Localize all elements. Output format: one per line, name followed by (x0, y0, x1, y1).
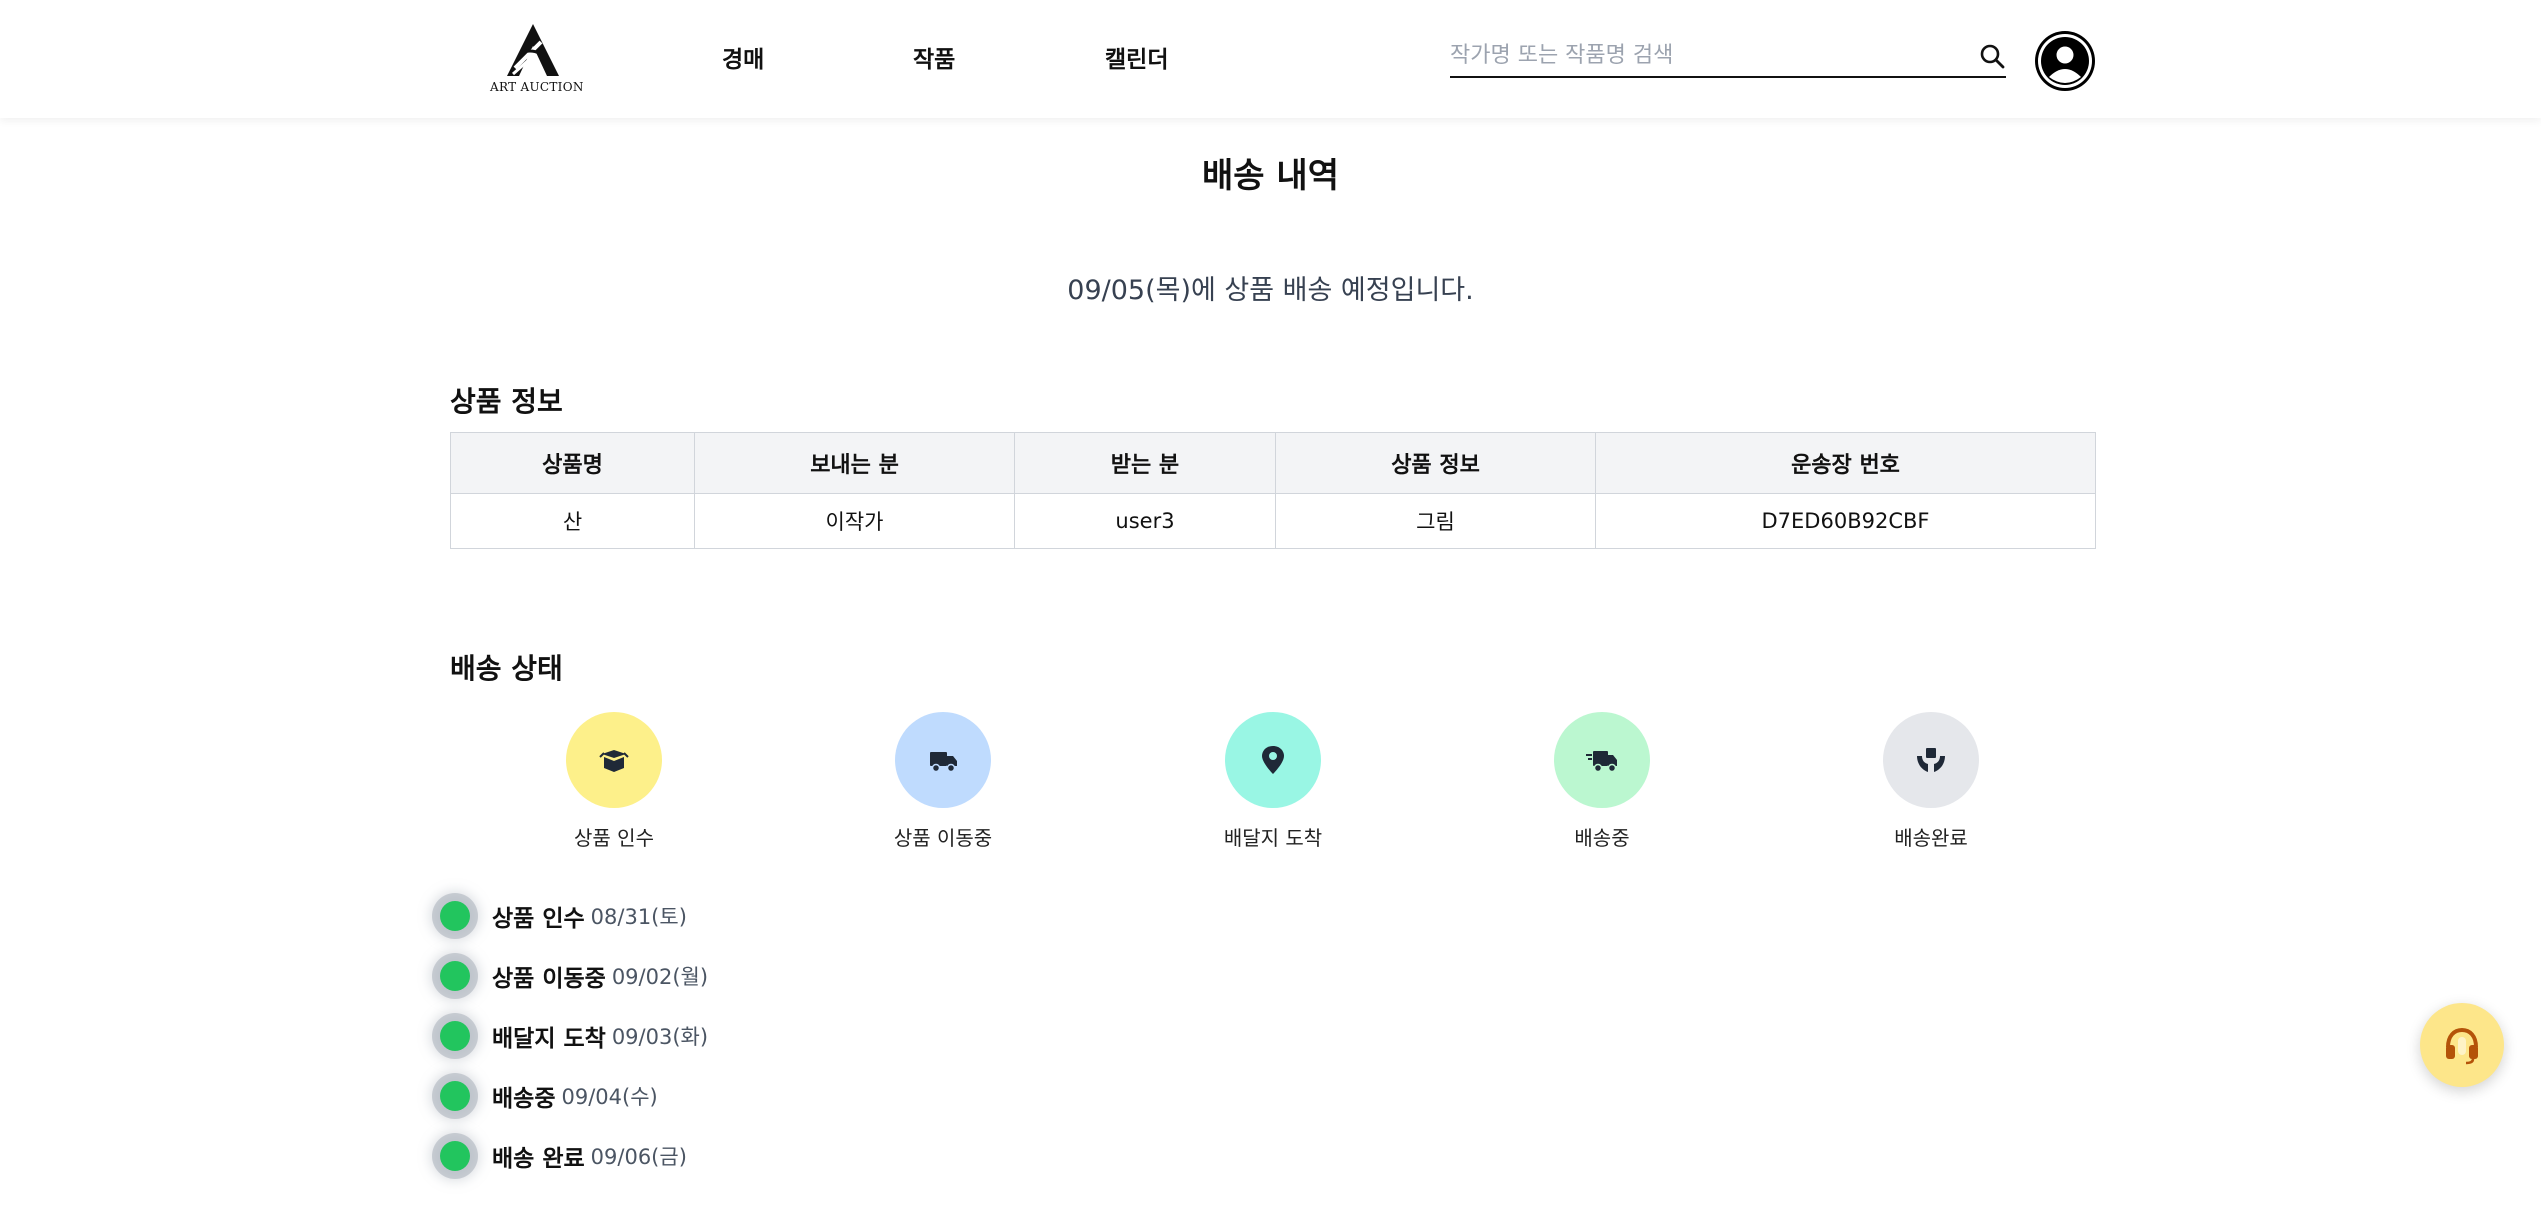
timeline-label: 상품 이동중 (492, 966, 606, 992)
status-dot (440, 961, 470, 991)
status-step-label: 상품 인수 (574, 826, 654, 850)
status-step-label: 배달지 도착 (1223, 826, 1323, 850)
nav-artworks[interactable]: 작품 (913, 40, 955, 74)
truck-fast-icon (1554, 712, 1650, 808)
status-step-received: 상품 인수 (524, 712, 704, 851)
status-dot (440, 1141, 470, 1171)
search-input[interactable] (1450, 38, 1950, 72)
timeline-date: 09/03(화) (611, 1025, 709, 1049)
status-dot (440, 1081, 470, 1111)
hand-holding-box-icon (1883, 712, 1979, 808)
nav-calendar[interactable]: 캘린더 (1105, 40, 1168, 74)
timeline-item: 배송중 09/04(수) (438, 1076, 658, 1116)
table-cell: 산 (450, 493, 695, 549)
table-header-row: 상품명 보내는 분 받는 분 상품 정보 운송장 번호 (450, 432, 2096, 494)
timeline-label: 배송 완료 (492, 1146, 585, 1172)
timeline-date: 09/04(수) (561, 1085, 658, 1109)
column-header: 운송장 번호 (1595, 432, 2096, 494)
status-step-moving: 상품 이동중 (853, 712, 1033, 851)
status-step-delivering: 배송중 (1512, 712, 1692, 851)
timeline-label: 배송중 (492, 1086, 556, 1112)
product-info-title: 상품 정보 (450, 385, 563, 418)
status-step-label: 상품 이동중 (893, 826, 993, 850)
header: ART AUCTION 경매 작품 캘린더 (0, 0, 2541, 118)
user-avatar-icon[interactable] (2035, 31, 2095, 91)
delivery-status-title: 배송 상태 (450, 652, 563, 685)
table-cell: user3 (1014, 493, 1276, 549)
nav-auction[interactable]: 경매 (722, 40, 764, 74)
timeline-item: 상품 인수 08/31(토) (438, 896, 687, 936)
table-cell: D7ED60B92CBF (1595, 493, 2096, 549)
status-step-arrived: 배달지 도착 (1183, 712, 1363, 851)
timeline-label: 상품 인수 (492, 906, 585, 932)
logo-text: ART AUCTION (490, 80, 584, 94)
timeline-item: 배송 완료 09/06(금) (438, 1136, 687, 1176)
table-cell: 이작가 (694, 493, 1015, 549)
art-auction-logo-icon (507, 24, 559, 76)
table-cell: 그림 (1275, 493, 1596, 549)
location-pin-icon (1225, 712, 1321, 808)
truck-icon (895, 712, 991, 808)
timeline-label: 배달지 도착 (492, 1026, 606, 1052)
timeline-item: 배달지 도착 09/03(화) (438, 1016, 708, 1056)
logo[interactable]: ART AUCTION (490, 22, 584, 98)
status-dot (440, 901, 470, 931)
status-dot (440, 1021, 470, 1051)
status-step-label: 배송중 (1574, 826, 1630, 850)
column-header: 상품명 (450, 432, 695, 494)
status-step-label: 배송완료 (1894, 826, 1968, 850)
column-header: 상품 정보 (1275, 432, 1596, 494)
timeline-item: 상품 이동중 09/02(월) (438, 956, 708, 996)
box-open-icon (566, 712, 662, 808)
status-step-completed: 배송완료 (1841, 712, 2021, 851)
customer-support-button[interactable] (2420, 1003, 2504, 1087)
column-header: 받는 분 (1014, 432, 1276, 494)
delivery-notice: 09/05(목)에 상품 배송 예정입니다. (1067, 275, 1474, 306)
table-row: 산 이작가 user3 그림 D7ED60B92CBF (450, 493, 2096, 549)
headset-icon (2446, 1027, 2478, 1065)
search-icon[interactable] (1978, 42, 2006, 70)
timeline-date: 09/02(월) (611, 965, 709, 989)
column-header: 보내는 분 (694, 432, 1015, 494)
page-title: 배송 내역 (1202, 156, 1339, 196)
timeline-date: 09/06(금) (590, 1145, 687, 1169)
timeline-date: 08/31(토) (590, 905, 687, 929)
product-info-table: 상품명 보내는 분 받는 분 상품 정보 운송장 번호 산 이작가 user3 … (450, 432, 2096, 549)
search-bar (1450, 38, 2006, 78)
